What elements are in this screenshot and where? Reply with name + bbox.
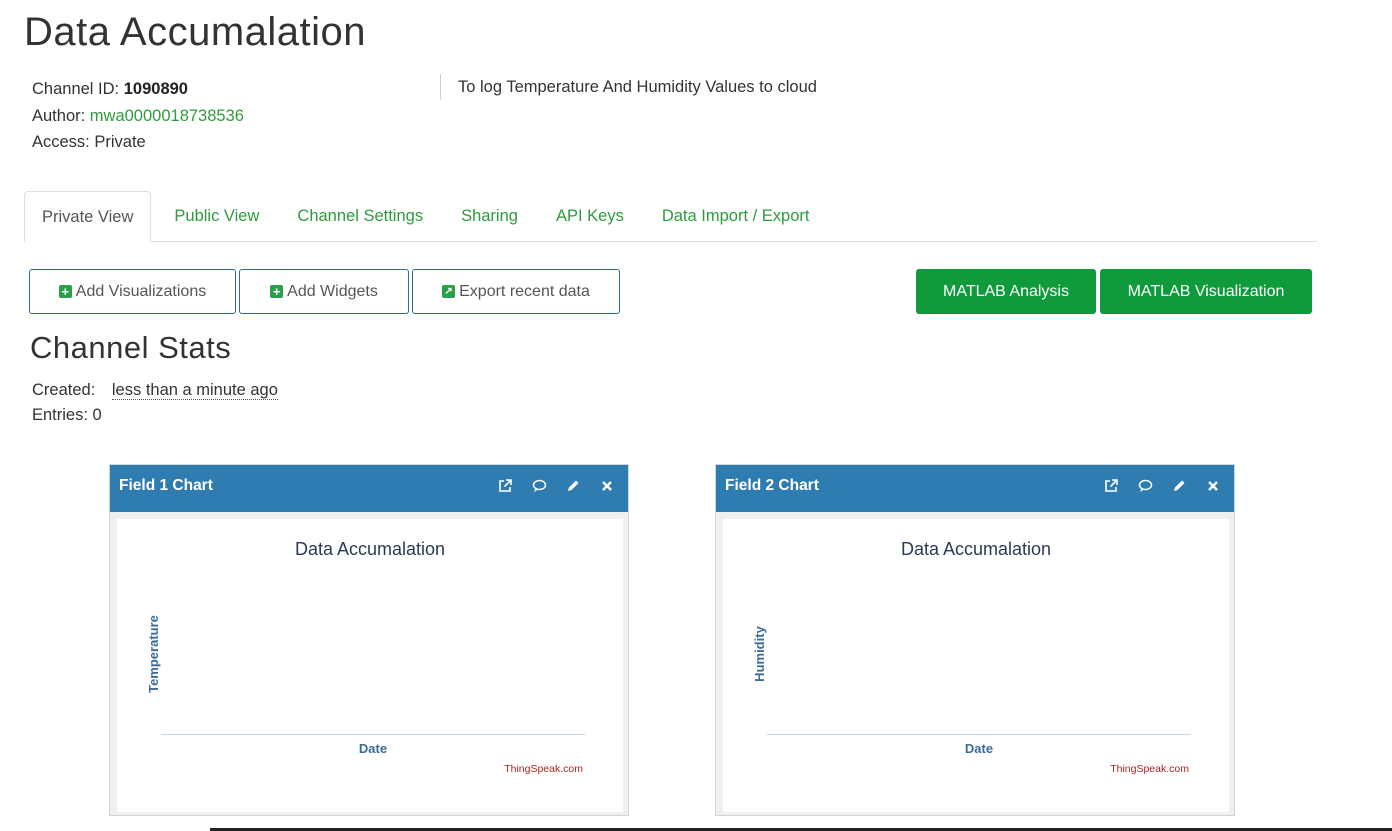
panel-title: Field 2 Chart xyxy=(725,477,819,494)
pencil-icon[interactable] xyxy=(1170,477,1188,495)
pencil-icon[interactable] xyxy=(564,477,582,495)
close-icon[interactable] xyxy=(1204,477,1222,495)
panel-tools xyxy=(1102,477,1222,495)
chart-credit-link[interactable]: ThingSpeak.com xyxy=(504,763,583,775)
tab-sharing[interactable]: Sharing xyxy=(442,191,537,240)
panel-header: Field 2 Chart xyxy=(716,465,1234,512)
page-title: Data Accumalation xyxy=(24,10,367,54)
panel-title: Field 1 Chart xyxy=(119,477,213,494)
tab-data-import-export[interactable]: Data Import / Export xyxy=(643,191,829,240)
external-link-icon[interactable] xyxy=(496,477,514,495)
tab-public-view[interactable]: Public View xyxy=(155,191,278,240)
x-axis-label: Date xyxy=(964,741,994,756)
plus-icon: + xyxy=(270,285,284,298)
external-link-icon[interactable] xyxy=(1102,477,1120,495)
access-value: Private xyxy=(94,133,146,151)
matlab-visualization-button[interactable]: MATLAB Visualization xyxy=(1100,269,1312,314)
chart-area: Data Accumalation Temperature Date Thing… xyxy=(117,519,623,812)
author-label: Author: xyxy=(32,106,86,125)
channel-description: To log Temperature And Humidity Values t… xyxy=(458,78,817,96)
close-icon[interactable] xyxy=(598,477,616,495)
channel-id-value: 1090890 xyxy=(123,80,188,98)
tab-api-keys[interactable]: API Keys xyxy=(537,191,643,240)
channel-stats: Created: less than a minute ago Entries:… xyxy=(32,378,278,428)
created-value: less than a minute ago xyxy=(111,381,278,400)
add-widgets-label: Add Widgets xyxy=(287,282,378,300)
y-axis-label: Temperature xyxy=(146,615,161,693)
panel-tools xyxy=(496,477,616,495)
field-2-chart-panel: Field 2 Chart Data Accumalation Humidity… xyxy=(715,464,1235,816)
add-visualizations-label: Add Visualizations xyxy=(75,282,207,300)
tab-channel-settings[interactable]: Channel Settings xyxy=(278,191,442,240)
entries-row: Entries: 0 xyxy=(32,403,278,428)
x-axis-label: Date xyxy=(358,741,388,756)
chart-credit-link[interactable]: ThingSpeak.com xyxy=(1110,763,1189,775)
author-row: Author: mwa0000018738536 xyxy=(32,103,244,130)
chart-title: Data Accumalation xyxy=(294,539,446,559)
chart-title: Data Accumalation xyxy=(900,539,1052,559)
plus-icon: + xyxy=(58,285,72,298)
channel-id-label: Channel ID: xyxy=(32,80,120,98)
entries-label: Entries: xyxy=(32,406,88,424)
channel-stats-title: Channel Stats xyxy=(30,330,232,365)
created-row: Created: less than a minute ago xyxy=(32,378,278,403)
channel-id-row: Channel ID: 1090890 xyxy=(32,76,244,103)
panel-header: Field 1 Chart xyxy=(110,465,628,512)
author-link[interactable]: mwa0000018738536 xyxy=(90,107,244,125)
comment-icon[interactable] xyxy=(1136,477,1154,495)
chart-area: Data Accumalation Humidity Date ThingSpe… xyxy=(723,519,1229,812)
description-divider xyxy=(440,74,441,100)
matlab-analysis-button[interactable]: MATLAB Analysis xyxy=(916,269,1096,314)
add-widgets-button[interactable]: + Add Widgets xyxy=(239,269,409,314)
export-recent-data-label: Export recent data xyxy=(459,282,590,300)
x-axis-line xyxy=(767,734,1191,735)
entries-value: 0 xyxy=(92,406,102,424)
add-visualizations-button[interactable]: + Add Visualizations xyxy=(29,269,236,314)
created-label: Created: xyxy=(32,381,96,399)
access-label: Access: xyxy=(32,133,90,151)
channel-meta: Channel ID: 1090890 Author: mwa000001873… xyxy=(32,76,244,156)
field-1-chart-panel: Field 1 Chart Data Accumalation Temperat… xyxy=(109,464,629,816)
channel-tabs: Private View Public View Channel Setting… xyxy=(24,191,1317,242)
y-axis-label: Humidity xyxy=(752,626,767,682)
export-recent-data-button[interactable]: ↗ Export recent data xyxy=(412,269,620,314)
access-row: Access: Private xyxy=(32,129,244,156)
x-axis-line xyxy=(161,734,585,735)
external-link-icon: ↗ xyxy=(442,285,456,298)
comment-icon[interactable] xyxy=(530,477,548,495)
tab-private-view[interactable]: Private View xyxy=(24,191,152,242)
